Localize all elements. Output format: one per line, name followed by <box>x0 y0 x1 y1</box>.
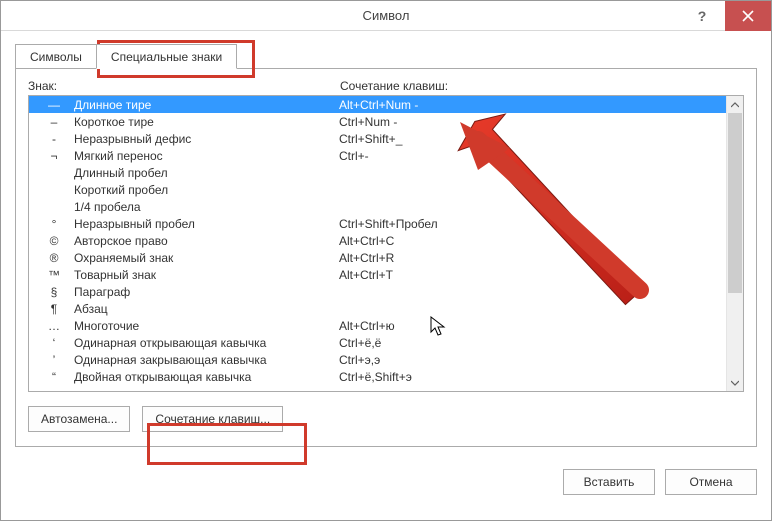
list-item[interactable]: 1/4 пробела <box>29 198 726 215</box>
scroll-track[interactable] <box>727 113 744 374</box>
autocorrect-button[interactable]: Автозамена... <box>28 406 130 432</box>
list-item[interactable]: ©Авторское правоAlt+Ctrl+C <box>29 232 726 249</box>
scroll-up-button[interactable] <box>727 96 744 113</box>
symbol-name: Параграф <box>74 285 339 299</box>
symbol-shortcut: Ctrl+ё,ё <box>339 336 726 350</box>
dialog-footer: Вставить Отмена <box>1 459 771 509</box>
symbol-name: 1/4 пробела <box>74 200 339 214</box>
symbol-glyph: “ <box>34 370 74 384</box>
list-item[interactable]: ¶Абзац <box>29 300 726 317</box>
symbol-name: Мягкий перенос <box>74 149 339 163</box>
symbol-glyph: § <box>34 285 74 299</box>
list-item[interactable]: §Параграф <box>29 283 726 300</box>
chevron-down-icon <box>731 380 739 386</box>
symbol-glyph: — <box>34 98 74 112</box>
symbol-glyph: © <box>34 234 74 248</box>
symbol-name: Короткий пробел <box>74 183 339 197</box>
insert-button[interactable]: Вставить <box>563 469 655 495</box>
symbol-name: Неразрывный дефис <box>74 132 339 146</box>
chevron-up-icon <box>731 102 739 108</box>
symbol-shortcut: Alt+Ctrl+T <box>339 268 726 282</box>
tab-strip: Символы Специальные знаки <box>15 41 757 69</box>
scroll-down-button[interactable] <box>727 374 744 391</box>
symbol-name: Одинарная закрывающая кавычка <box>74 353 339 367</box>
symbol-glyph: ¬ <box>34 149 74 163</box>
symbol-name: Двойная открывающая кавычка <box>74 370 339 384</box>
help-button[interactable]: ? <box>679 1 725 31</box>
list-item[interactable]: …МноготочиеAlt+Ctrl+ю <box>29 317 726 334</box>
tab-special-chars[interactable]: Специальные знаки <box>96 44 237 69</box>
tab-panel: Знак: Сочетание клавиш: —Длинное тиреAlt… <box>15 68 757 447</box>
window-controls: ? <box>679 1 771 31</box>
symbol-glyph: ™ <box>34 268 74 282</box>
symbol-shortcut: Ctrl+ё,Shift+э <box>339 370 726 384</box>
list-rows: —Длинное тиреAlt+Ctrl+Num -–Короткое тир… <box>29 96 726 391</box>
list-item[interactable]: ‘Одинарная открывающая кавычкаCtrl+ё,ё <box>29 334 726 351</box>
symbol-glyph: ’ <box>34 353 74 367</box>
list-item[interactable]: “Двойная открывающая кавычкаCtrl+ё,Shift… <box>29 368 726 385</box>
shortcut-key-button[interactable]: Сочетание клавиш... <box>142 406 283 432</box>
close-icon <box>742 10 754 22</box>
symbol-glyph: – <box>34 115 74 129</box>
scroll-thumb[interactable] <box>728 113 742 293</box>
title-bar: Символ ? <box>1 1 771 31</box>
symbol-shortcut: Ctrl+э,э <box>339 353 726 367</box>
window-title: Символ <box>363 8 410 23</box>
list-item[interactable]: –Короткое тиреCtrl+Num - <box>29 113 726 130</box>
special-chars-listbox[interactable]: —Длинное тиреAlt+Ctrl+Num -–Короткое тир… <box>28 95 744 392</box>
list-item[interactable]: ™Товарный знакAlt+Ctrl+T <box>29 266 726 283</box>
symbol-name: Короткое тире <box>74 115 339 129</box>
symbol-name: Длинное тире <box>74 98 339 112</box>
cancel-button[interactable]: Отмена <box>665 469 757 495</box>
panel-button-row: Автозамена... Сочетание клавиш... <box>28 406 744 432</box>
header-sign: Знак: <box>28 79 340 93</box>
tab-symbols[interactable]: Символы <box>15 44 97 69</box>
list-item[interactable]: Короткий пробел <box>29 181 726 198</box>
symbol-glyph: ‘ <box>34 336 74 350</box>
dialog-body: Символы Специальные знаки Знак: Сочетани… <box>1 31 771 459</box>
symbol-name: Длинный пробел <box>74 166 339 180</box>
symbol-shortcut: Ctrl+Shift+_ <box>339 132 726 146</box>
list-item[interactable]: ¬Мягкий переносCtrl+- <box>29 147 726 164</box>
symbol-glyph: ¶ <box>34 302 74 316</box>
scrollbar[interactable] <box>726 96 743 391</box>
list-item[interactable]: °Неразрывный пробелCtrl+Shift+Пробел <box>29 215 726 232</box>
symbol-shortcut: Ctrl+Shift+Пробел <box>339 217 726 231</box>
symbol-shortcut: Alt+Ctrl+R <box>339 251 726 265</box>
list-header: Знак: Сочетание клавиш: <box>28 79 744 93</box>
symbol-name: Абзац <box>74 302 339 316</box>
symbol-glyph: … <box>34 319 74 333</box>
symbol-shortcut: Alt+Ctrl+Num - <box>339 98 726 112</box>
symbol-glyph: ® <box>34 251 74 265</box>
symbol-name: Товарный знак <box>74 268 339 282</box>
symbol-shortcut: Alt+Ctrl+ю <box>339 319 726 333</box>
symbol-name: Охраняемый знак <box>74 251 339 265</box>
symbol-name: Одинарная открывающая кавычка <box>74 336 339 350</box>
symbol-shortcut: Ctrl+Num - <box>339 115 726 129</box>
list-item[interactable]: ’Одинарная закрывающая кавычкаCtrl+э,э <box>29 351 726 368</box>
close-button[interactable] <box>725 1 771 31</box>
symbol-shortcut: Ctrl+- <box>339 149 726 163</box>
symbol-name: Неразрывный пробел <box>74 217 339 231</box>
symbol-glyph: ° <box>34 217 74 231</box>
list-item[interactable]: -Неразрывный дефисCtrl+Shift+_ <box>29 130 726 147</box>
header-shortcut: Сочетание клавиш: <box>340 79 744 93</box>
list-item[interactable]: ®Охраняемый знакAlt+Ctrl+R <box>29 249 726 266</box>
list-item[interactable]: Длинный пробел <box>29 164 726 181</box>
symbol-glyph: - <box>34 132 74 146</box>
symbol-shortcut: Alt+Ctrl+C <box>339 234 726 248</box>
symbol-name: Авторское право <box>74 234 339 248</box>
list-item[interactable]: —Длинное тиреAlt+Ctrl+Num - <box>29 96 726 113</box>
symbol-name: Многоточие <box>74 319 339 333</box>
